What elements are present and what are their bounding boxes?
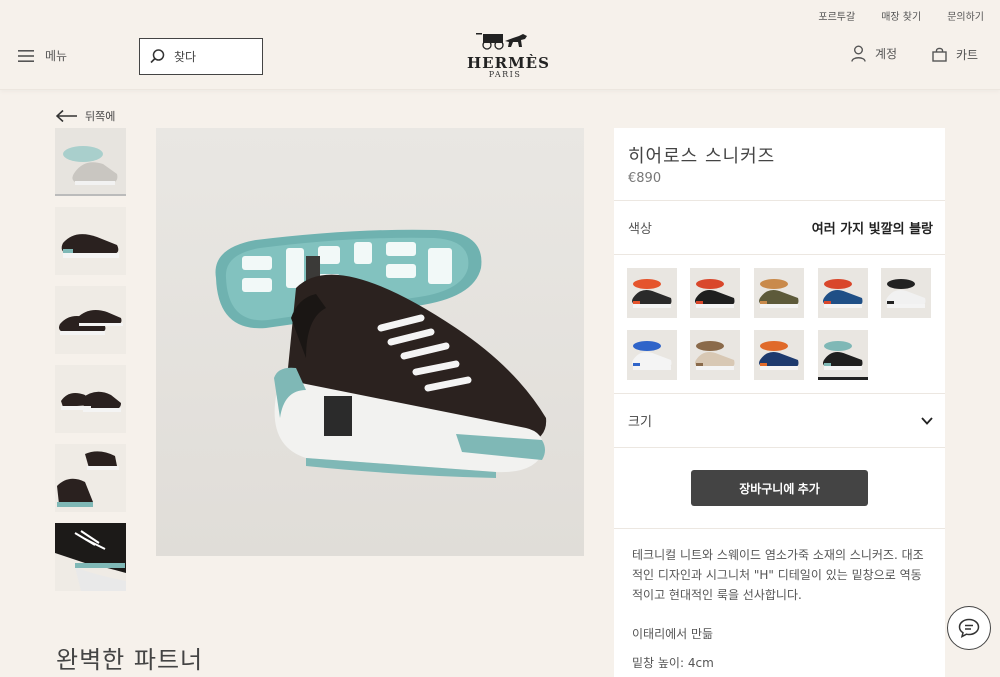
chevron-down-icon (921, 416, 933, 425)
back-link[interactable]: 뒤쪽에 (56, 108, 115, 124)
thumbnail-5[interactable] (55, 444, 126, 512)
sneaker-thumbnail-image (55, 444, 126, 512)
sneaker-thumbnail-image (55, 523, 126, 591)
color-swatch[interactable] (627, 268, 677, 318)
hermes-logo[interactable]: HERMÈS PARIS (467, 30, 549, 79)
sneaker-swatch-image (627, 330, 677, 380)
divider (614, 393, 945, 394)
divider (614, 254, 945, 255)
color-row: 색상 여러 가지 빛깔의 블랑 (628, 218, 933, 237)
chat-button[interactable] (947, 606, 991, 650)
color-swatch[interactable] (754, 268, 804, 318)
hamburger-icon (18, 49, 34, 62)
color-swatch[interactable] (627, 330, 677, 380)
sneaker-swatch-image (754, 330, 804, 380)
divider (614, 528, 945, 529)
size-label: 크기 (628, 415, 652, 430)
sneaker-swatch-image (627, 268, 677, 318)
color-swatch[interactable] (818, 330, 868, 380)
color-swatch[interactable] (690, 330, 740, 380)
account-button[interactable]: 계정 (851, 45, 897, 62)
sneaker-swatch-image (818, 330, 868, 380)
sneaker-swatch-image (881, 268, 931, 318)
contact-link[interactable]: 문의하기 (947, 8, 984, 23)
sneaker-main-image (156, 128, 584, 556)
main-product-image[interactable] (156, 128, 584, 556)
region-link[interactable]: 포르투갈 (818, 8, 855, 23)
utility-links: 포르투갈 매장 찾기 문의하기 (818, 8, 984, 23)
product-origin: 이태리에서 만듦 (632, 627, 714, 641)
thumbnail-1[interactable] (55, 128, 126, 196)
thumbnail-strip (55, 128, 126, 602)
product-price: €890 (628, 171, 662, 186)
sneaker-thumbnail-image (55, 286, 126, 354)
shopping-bag-icon (932, 47, 947, 62)
color-label: 색상 (628, 222, 652, 237)
search-input[interactable]: 찾다 (139, 38, 263, 75)
arrow-left-icon (56, 110, 77, 122)
sneaker-swatch-image (690, 330, 740, 380)
color-swatch[interactable] (881, 268, 931, 318)
sneaker-swatch-image (818, 268, 868, 318)
thumbnail-2[interactable] (55, 207, 126, 275)
search-placeholder: 찾다 (174, 50, 197, 64)
menu-button[interactable]: 메뉴 (18, 47, 67, 64)
divider (614, 447, 945, 448)
user-icon (851, 45, 866, 62)
add-to-cart-button[interactable]: 장바구니에 추가 (691, 470, 868, 506)
cart-label: 카트 (956, 48, 979, 62)
section-title: 완벽한 파트너 (56, 646, 204, 674)
product-title: 히어로스 스니커즈 (628, 146, 776, 167)
carriage-logo-icon (476, 33, 527, 50)
sneaker-swatch-image (754, 268, 804, 318)
divider (614, 200, 945, 201)
color-value: 여러 가지 빛깔의 블랑 (811, 222, 933, 237)
cart-button[interactable]: 카트 (932, 46, 978, 63)
search-icon (150, 49, 165, 64)
site-header: 포르투갈 매장 찾기 문의하기 메뉴 찾다 HERMÈS PARIS 계정 카트 (0, 0, 1000, 90)
color-swatch[interactable] (818, 268, 868, 318)
sneaker-thumbnail-image (55, 207, 126, 275)
product-sole-height: 밑창 높이: 4cm (632, 656, 714, 670)
sneaker-swatch-image (690, 268, 740, 318)
thumbnail-4[interactable] (55, 365, 126, 433)
menu-label: 메뉴 (45, 49, 68, 63)
back-label: 뒤쪽에 (85, 110, 116, 123)
product-description: 테크니컬 니트와 스웨이드 염소가죽 소재의 스니커즈. 대조적인 디자인과 시… (632, 548, 924, 602)
sneaker-thumbnail-image (55, 128, 126, 194)
account-label: 계정 (875, 47, 898, 61)
chat-bubble-icon (958, 618, 980, 638)
thumbnail-6[interactable] (55, 523, 126, 591)
product-panel: 히어로스 스니커즈 €890 색상 여러 가지 빛깔의 블랑 크기 장바구니에 … (614, 128, 945, 677)
thumbnail-3[interactable] (55, 286, 126, 354)
color-swatch[interactable] (690, 268, 740, 318)
color-swatch[interactable] (754, 330, 804, 380)
sneaker-thumbnail-image (55, 365, 126, 433)
size-selector[interactable]: 크기 (628, 411, 933, 430)
store-locator-link[interactable]: 매장 찾기 (881, 8, 921, 23)
